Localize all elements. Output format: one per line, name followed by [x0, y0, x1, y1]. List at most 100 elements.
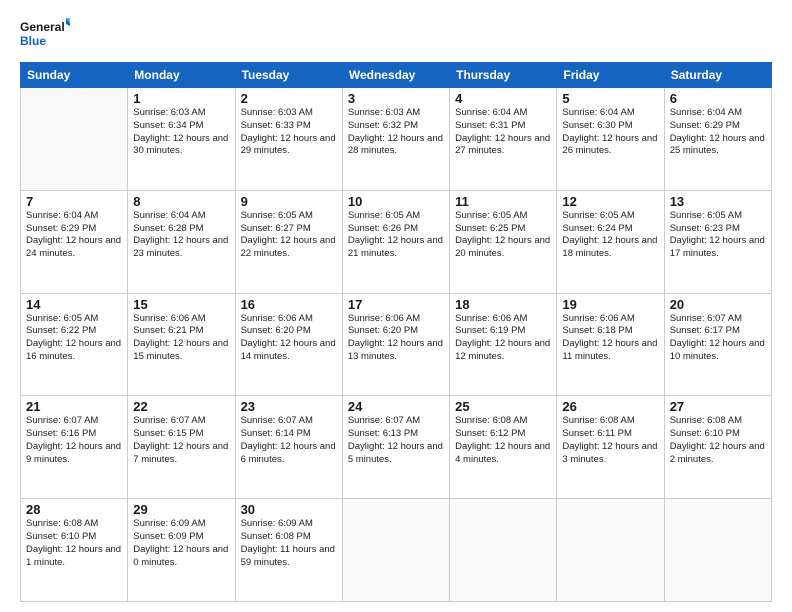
- calendar-cell: 29Sunrise: 6:09 AMSunset: 6:09 PMDayligh…: [128, 499, 235, 602]
- day-info: Sunrise: 6:05 AMSunset: 6:26 PMDaylight:…: [348, 210, 444, 261]
- day-info: Sunrise: 6:03 AMSunset: 6:33 PMDaylight:…: [241, 107, 337, 158]
- calendar-cell: 15Sunrise: 6:06 AMSunset: 6:21 PMDayligh…: [128, 293, 235, 396]
- day-info: Sunrise: 6:07 AMSunset: 6:16 PMDaylight:…: [26, 415, 122, 466]
- day-number: 19: [562, 297, 658, 312]
- day-info: Sunrise: 6:05 AMSunset: 6:27 PMDaylight:…: [241, 210, 337, 261]
- col-header-wednesday: Wednesday: [342, 63, 449, 88]
- day-number: 10: [348, 194, 444, 209]
- day-number: 6: [670, 91, 766, 106]
- day-info: Sunrise: 6:06 AMSunset: 6:19 PMDaylight:…: [455, 313, 551, 364]
- calendar-cell: 25Sunrise: 6:08 AMSunset: 6:12 PMDayligh…: [450, 396, 557, 499]
- calendar-cell: [450, 499, 557, 602]
- day-info: Sunrise: 6:09 AMSunset: 6:08 PMDaylight:…: [241, 518, 337, 569]
- day-info: Sunrise: 6:07 AMSunset: 6:14 PMDaylight:…: [241, 415, 337, 466]
- day-number: 12: [562, 194, 658, 209]
- day-number: 30: [241, 502, 337, 517]
- day-info: Sunrise: 6:04 AMSunset: 6:28 PMDaylight:…: [133, 210, 229, 261]
- day-info: Sunrise: 6:08 AMSunset: 6:11 PMDaylight:…: [562, 415, 658, 466]
- day-number: 7: [26, 194, 122, 209]
- day-number: 14: [26, 297, 122, 312]
- day-number: 26: [562, 399, 658, 414]
- day-info: Sunrise: 6:07 AMSunset: 6:15 PMDaylight:…: [133, 415, 229, 466]
- day-info: Sunrise: 6:03 AMSunset: 6:34 PMDaylight:…: [133, 107, 229, 158]
- day-info: Sunrise: 6:05 AMSunset: 6:24 PMDaylight:…: [562, 210, 658, 261]
- col-header-saturday: Saturday: [664, 63, 771, 88]
- day-info: Sunrise: 6:08 AMSunset: 6:10 PMDaylight:…: [670, 415, 766, 466]
- calendar-cell: 18Sunrise: 6:06 AMSunset: 6:19 PMDayligh…: [450, 293, 557, 396]
- col-header-tuesday: Tuesday: [235, 63, 342, 88]
- logo: General Blue: [20, 16, 70, 52]
- calendar-cell: 8Sunrise: 6:04 AMSunset: 6:28 PMDaylight…: [128, 190, 235, 293]
- day-number: 3: [348, 91, 444, 106]
- day-info: Sunrise: 6:04 AMSunset: 6:29 PMDaylight:…: [26, 210, 122, 261]
- calendar-week-3: 14Sunrise: 6:05 AMSunset: 6:22 PMDayligh…: [21, 293, 772, 396]
- calendar-cell: 7Sunrise: 6:04 AMSunset: 6:29 PMDaylight…: [21, 190, 128, 293]
- calendar-cell: 16Sunrise: 6:06 AMSunset: 6:20 PMDayligh…: [235, 293, 342, 396]
- col-header-monday: Monday: [128, 63, 235, 88]
- calendar-cell: 20Sunrise: 6:07 AMSunset: 6:17 PMDayligh…: [664, 293, 771, 396]
- logo-svg: General Blue: [20, 16, 70, 52]
- day-number: 18: [455, 297, 551, 312]
- calendar-cell: 4Sunrise: 6:04 AMSunset: 6:31 PMDaylight…: [450, 88, 557, 191]
- calendar-cell: 14Sunrise: 6:05 AMSunset: 6:22 PMDayligh…: [21, 293, 128, 396]
- calendar-table: SundayMondayTuesdayWednesdayThursdayFrid…: [20, 62, 772, 602]
- col-header-thursday: Thursday: [450, 63, 557, 88]
- day-info: Sunrise: 6:08 AMSunset: 6:12 PMDaylight:…: [455, 415, 551, 466]
- calendar-cell: [557, 499, 664, 602]
- day-info: Sunrise: 6:04 AMSunset: 6:29 PMDaylight:…: [670, 107, 766, 158]
- day-number: 4: [455, 91, 551, 106]
- calendar-week-4: 21Sunrise: 6:07 AMSunset: 6:16 PMDayligh…: [21, 396, 772, 499]
- calendar-cell: 2Sunrise: 6:03 AMSunset: 6:33 PMDaylight…: [235, 88, 342, 191]
- day-number: 27: [670, 399, 766, 414]
- day-info: Sunrise: 6:05 AMSunset: 6:25 PMDaylight:…: [455, 210, 551, 261]
- calendar-cell: 26Sunrise: 6:08 AMSunset: 6:11 PMDayligh…: [557, 396, 664, 499]
- day-info: Sunrise: 6:07 AMSunset: 6:13 PMDaylight:…: [348, 415, 444, 466]
- day-number: 29: [133, 502, 229, 517]
- svg-text:Blue: Blue: [20, 34, 46, 48]
- day-info: Sunrise: 6:06 AMSunset: 6:20 PMDaylight:…: [241, 313, 337, 364]
- calendar-cell: 13Sunrise: 6:05 AMSunset: 6:23 PMDayligh…: [664, 190, 771, 293]
- day-number: 1: [133, 91, 229, 106]
- calendar-cell: [342, 499, 449, 602]
- day-number: 20: [670, 297, 766, 312]
- calendar-week-1: 1Sunrise: 6:03 AMSunset: 6:34 PMDaylight…: [21, 88, 772, 191]
- calendar-cell: 30Sunrise: 6:09 AMSunset: 6:08 PMDayligh…: [235, 499, 342, 602]
- col-header-friday: Friday: [557, 63, 664, 88]
- calendar-cell: 22Sunrise: 6:07 AMSunset: 6:15 PMDayligh…: [128, 396, 235, 499]
- calendar-cell: 21Sunrise: 6:07 AMSunset: 6:16 PMDayligh…: [21, 396, 128, 499]
- day-number: 15: [133, 297, 229, 312]
- svg-text:General: General: [20, 20, 65, 34]
- calendar-cell: 19Sunrise: 6:06 AMSunset: 6:18 PMDayligh…: [557, 293, 664, 396]
- calendar-cell: 1Sunrise: 6:03 AMSunset: 6:34 PMDaylight…: [128, 88, 235, 191]
- day-info: Sunrise: 6:04 AMSunset: 6:31 PMDaylight:…: [455, 107, 551, 158]
- calendar-cell: 10Sunrise: 6:05 AMSunset: 6:26 PMDayligh…: [342, 190, 449, 293]
- calendar-week-5: 28Sunrise: 6:08 AMSunset: 6:10 PMDayligh…: [21, 499, 772, 602]
- calendar-cell: 24Sunrise: 6:07 AMSunset: 6:13 PMDayligh…: [342, 396, 449, 499]
- day-number: 13: [670, 194, 766, 209]
- day-number: 8: [133, 194, 229, 209]
- day-number: 16: [241, 297, 337, 312]
- calendar-cell: [21, 88, 128, 191]
- day-number: 22: [133, 399, 229, 414]
- col-header-sunday: Sunday: [21, 63, 128, 88]
- day-number: 11: [455, 194, 551, 209]
- day-info: Sunrise: 6:06 AMSunset: 6:18 PMDaylight:…: [562, 313, 658, 364]
- day-number: 23: [241, 399, 337, 414]
- day-number: 17: [348, 297, 444, 312]
- calendar-cell: 12Sunrise: 6:05 AMSunset: 6:24 PMDayligh…: [557, 190, 664, 293]
- day-info: Sunrise: 6:06 AMSunset: 6:21 PMDaylight:…: [133, 313, 229, 364]
- calendar-cell: 28Sunrise: 6:08 AMSunset: 6:10 PMDayligh…: [21, 499, 128, 602]
- day-number: 9: [241, 194, 337, 209]
- day-info: Sunrise: 6:08 AMSunset: 6:10 PMDaylight:…: [26, 518, 122, 569]
- day-info: Sunrise: 6:09 AMSunset: 6:09 PMDaylight:…: [133, 518, 229, 569]
- day-info: Sunrise: 6:06 AMSunset: 6:20 PMDaylight:…: [348, 313, 444, 364]
- day-info: Sunrise: 6:05 AMSunset: 6:23 PMDaylight:…: [670, 210, 766, 261]
- day-info: Sunrise: 6:04 AMSunset: 6:30 PMDaylight:…: [562, 107, 658, 158]
- day-number: 21: [26, 399, 122, 414]
- day-info: Sunrise: 6:03 AMSunset: 6:32 PMDaylight:…: [348, 107, 444, 158]
- day-number: 25: [455, 399, 551, 414]
- calendar-cell: 3Sunrise: 6:03 AMSunset: 6:32 PMDaylight…: [342, 88, 449, 191]
- day-number: 5: [562, 91, 658, 106]
- calendar-cell: 11Sunrise: 6:05 AMSunset: 6:25 PMDayligh…: [450, 190, 557, 293]
- calendar-cell: 17Sunrise: 6:06 AMSunset: 6:20 PMDayligh…: [342, 293, 449, 396]
